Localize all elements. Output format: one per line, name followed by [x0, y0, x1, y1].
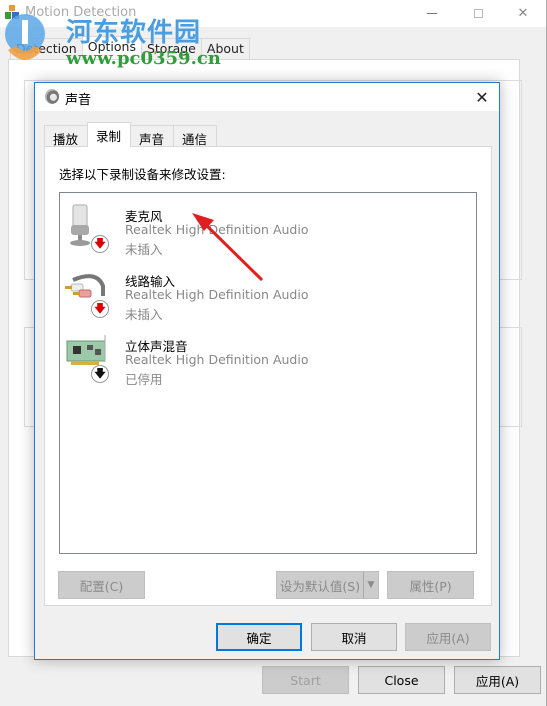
tab-playback[interactable]: 播放 — [44, 125, 89, 147]
close-window-button[interactable]: ✕ — [500, 0, 546, 27]
device-driver: Realtek High Definition Audio — [125, 287, 309, 302]
down-arrow-icon: 🡇 — [94, 301, 106, 315]
main-button-row: Start Close 应用(A) — [262, 666, 541, 694]
recording-device-list[interactable]: 🡇 麦克风 Realtek High Definition Audio 未插入 … — [59, 192, 477, 554]
close-icon: ✕ — [517, 6, 529, 21]
disabled-badge: 🡇 — [91, 365, 109, 383]
watermark-site-name: 河东软件园 — [66, 18, 202, 48]
speaker-icon — [45, 89, 59, 104]
minimize-icon — [427, 13, 437, 14]
sound-dialog-title: 声音 — [65, 93, 92, 108]
close-icon: ✕ — [475, 87, 489, 107]
minimize-button[interactable] — [409, 0, 455, 27]
cancel-button[interactable]: 取消 — [311, 623, 397, 651]
sound-dialog-titlebar: 声音 ✕ — [35, 83, 499, 111]
tab-communications[interactable]: 通信 — [173, 125, 218, 147]
recording-panel: 选择以下录制设备来修改设置: 🡇 麦克风 Realtek High Defini… — [44, 146, 492, 606]
sound-dialog-close-button[interactable]: ✕ — [467, 85, 497, 109]
tab-recording[interactable]: 录制 — [87, 122, 132, 147]
configure-button[interactable]: 配置(C) — [58, 571, 145, 599]
chevron-down-icon: ▼ — [367, 580, 375, 590]
down-arrow-icon: 🡇 — [94, 366, 106, 380]
set-default-dropdown[interactable]: ▼ — [363, 571, 379, 599]
sound-apply-button[interactable]: 应用(A) — [405, 623, 491, 651]
set-default-button[interactable]: 设为默认值(S) — [276, 571, 363, 599]
down-arrow-icon: 🡇 — [94, 236, 106, 250]
ok-button[interactable]: 确定 — [216, 623, 302, 651]
maximize-button[interactable] — [455, 0, 501, 27]
close-button[interactable]: Close — [358, 666, 445, 694]
device-item-stereo-mix[interactable]: 🡇 立体声混音 Realtek High Definition Audio 已停… — [60, 329, 476, 389]
device-status: 未插入 — [125, 307, 163, 322]
device-status: 已停用 — [125, 372, 163, 387]
start-button[interactable]: Start — [262, 666, 349, 694]
device-item-microphone[interactable]: 🡇 麦克风 Realtek High Definition Audio 未插入 — [60, 199, 476, 259]
watermark-url: www.pc0359.cn — [66, 48, 221, 69]
unplugged-badge: 🡇 — [91, 300, 109, 318]
watermark-logo-icon — [5, 14, 45, 60]
instruction-label: 选择以下录制设备来修改设置: — [59, 167, 226, 182]
main-apply-button[interactable]: 应用(A) — [454, 666, 541, 694]
device-driver: Realtek High Definition Audio — [125, 352, 309, 367]
properties-button[interactable]: 属性(P) — [387, 571, 474, 599]
maximize-icon — [473, 9, 483, 18]
unplugged-badge: 🡇 — [91, 235, 109, 253]
tab-sounds[interactable]: 声音 — [130, 125, 175, 147]
device-item-line-in[interactable]: 🡇 线路输入 Realtek High Definition Audio 未插入 — [60, 264, 476, 324]
sound-tab-bar: 播放 录制 声音 通信 — [44, 122, 218, 147]
device-status: 未插入 — [125, 242, 163, 257]
device-driver: Realtek High Definition Audio — [125, 222, 309, 237]
